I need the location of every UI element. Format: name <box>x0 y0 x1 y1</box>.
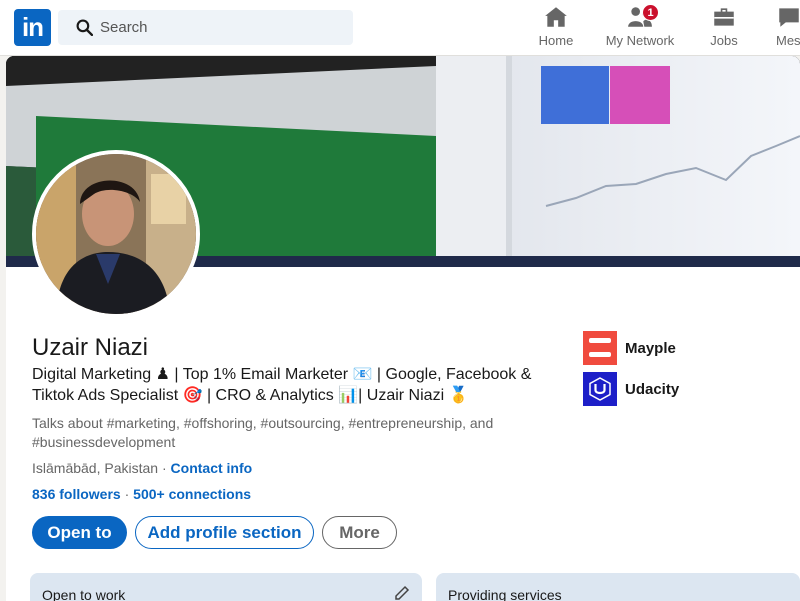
top-nav: in Home 1 My Network Jobs <box>0 0 800 56</box>
nav-home[interactable]: Home <box>534 4 578 52</box>
profile-location: Islāmābād, Pakistan <box>32 460 159 476</box>
profile-talks-about: Talks about #marketing, #offshoring, #ou… <box>32 415 494 450</box>
nav-messaging-label: Mes <box>776 33 800 48</box>
location-separator: · <box>158 460 171 476</box>
open-to-work-panel[interactable]: Open to work <box>30 573 422 601</box>
company-name: Udacity <box>625 380 680 398</box>
briefcase-icon <box>714 8 734 26</box>
nav-jobs[interactable]: Jobs <box>706 4 742 52</box>
search-input[interactable] <box>100 10 345 45</box>
profile-name: Uzair Niazi <box>32 334 149 361</box>
open-to-work-label: Open to work <box>42 587 126 601</box>
open-to-button[interactable]: Open to <box>32 516 127 549</box>
location-row: Islāmābād, Pakistan · Contact info <box>32 460 252 476</box>
pencil-icon[interactable] <box>394 585 410 601</box>
providing-services-panel[interactable]: Providing services <box>436 573 800 601</box>
add-profile-section-button[interactable]: Add profile section <box>135 516 314 549</box>
profile-headline: Digital Marketing ♟ | Top 1% Email Marke… <box>32 366 532 404</box>
mayple-logo-mark <box>589 338 611 357</box>
mayple-logo <box>583 331 617 365</box>
company-mayple[interactable]: Mayple <box>583 331 676 365</box>
follow-row: 836 followers · 500+ connections <box>32 486 251 502</box>
followers-link[interactable]: 836 followers <box>32 486 121 502</box>
udacity-logo-mark <box>589 377 611 401</box>
search-icon <box>76 19 93 36</box>
search-bar[interactable] <box>58 10 353 45</box>
notification-badge: 1 <box>642 4 659 21</box>
company-name: Mayple <box>625 339 676 357</box>
linkedin-logo[interactable]: in <box>14 9 51 46</box>
follow-separator: · <box>120 486 134 502</box>
contact-info-link[interactable]: Contact info <box>171 460 253 476</box>
more-button[interactable]: More <box>322 516 397 549</box>
nav-my-network[interactable]: 1 My Network <box>604 4 676 52</box>
connections-link[interactable]: 500+ connections <box>133 486 251 502</box>
company-udacity[interactable]: Udacity <box>583 372 679 406</box>
nav-home-label: Home <box>538 33 574 48</box>
messaging-icon <box>779 8 799 27</box>
nav-my-network-label: My Network <box>605 33 675 48</box>
home-icon <box>545 7 567 27</box>
udacity-logo <box>583 372 617 406</box>
providing-services-label: Providing services <box>448 587 562 601</box>
profile-photo[interactable] <box>32 150 200 318</box>
nav-jobs-label: Jobs <box>710 33 738 48</box>
nav-messaging[interactable]: Mes <box>776 4 800 52</box>
profile-card: Uzair Niazi Digital Marketing ♟ | Top 1%… <box>6 56 800 601</box>
